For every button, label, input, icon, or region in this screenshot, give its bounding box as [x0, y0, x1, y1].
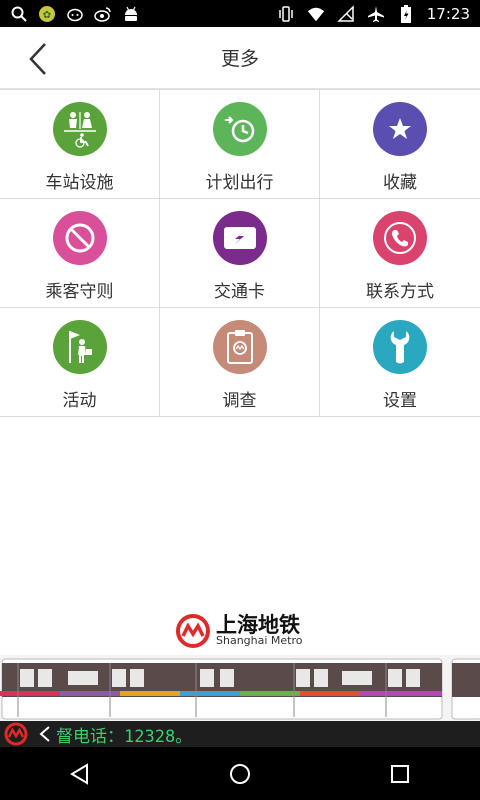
svg-text:✿: ✿ — [43, 10, 51, 21]
home-circle-icon — [230, 763, 250, 784]
activity-flag-icon — [52, 320, 107, 374]
menu-item-label: 活动 — [62, 391, 97, 411]
menu-item-settings[interactable]: 设置 — [320, 308, 480, 416]
menu-row: 乘客守则 交通卡 联系方式 — [0, 199, 480, 308]
status-bar: ✿ 17:23 — [0, 0, 480, 27]
menu-item-label: 交通卡 — [214, 282, 265, 302]
chevron-left-icon — [29, 43, 46, 75]
survey-clipboard-icon — [212, 320, 267, 374]
page-title: 更多 — [220, 48, 259, 70]
no-signal-icon — [336, 4, 355, 23]
phone-icon — [373, 211, 427, 265]
wrench-icon — [373, 320, 427, 374]
news-ticker[interactable]: 督电话：12328。 — [0, 721, 480, 747]
logo-text-cn: 上海地铁 — [216, 613, 300, 637]
metro-logo-icon — [176, 614, 210, 648]
back-triangle-icon — [70, 762, 88, 785]
metro-logo: 上海地铁 Shanghai Metro — [176, 614, 303, 648]
menu-item-label: 车站设施 — [45, 173, 114, 193]
menu-item-contact[interactable]: 联系方式 — [320, 199, 480, 307]
menu-item-transit-card[interactable]: 交通卡 — [160, 199, 320, 307]
weibo-icon — [94, 5, 112, 23]
chevron-left-icon — [39, 726, 50, 742]
navigation-bar — [0, 747, 480, 800]
menu-item-station-facilities[interactable]: 车站设施 — [0, 90, 160, 198]
menu-item-label: 调查 — [222, 391, 257, 411]
nav-back-button[interactable] — [50, 754, 110, 794]
logo-text-en: Shanghai Metro — [216, 634, 303, 647]
airplane-icon — [367, 5, 385, 23]
header: 更多 — [0, 27, 480, 89]
battery-icon — [397, 4, 415, 23]
menu-item-activities[interactable]: 活动 — [0, 308, 160, 416]
train-illustration — [0, 655, 480, 721]
metro-small-icon — [4, 722, 28, 746]
menu-item-label: 乘客守则 — [45, 282, 114, 302]
menu-item-label: 联系方式 — [366, 282, 434, 302]
wifi-icon — [307, 5, 325, 23]
menu-row: 车站设施 计划出行 收藏 — [0, 90, 480, 199]
menu-grid: 车站设施 计划出行 收藏 乘客守则 交通卡 联系方式 活动 调查 设置 — [0, 89, 480, 417]
transit-card-icon — [212, 211, 267, 265]
cat-icon — [66, 5, 84, 23]
menu-item-label: 计划出行 — [205, 173, 274, 193]
plan-trip-icon — [212, 102, 267, 156]
nav-recents-button[interactable] — [370, 754, 430, 794]
app-icon: ✿ — [38, 5, 56, 23]
status-time: 17:23 — [426, 4, 470, 23]
nav-home-button[interactable] — [210, 754, 270, 794]
android-icon — [122, 5, 140, 23]
menu-item-label: 收藏 — [383, 173, 417, 193]
facilities-icon — [52, 102, 107, 156]
vibrate-icon — [277, 5, 295, 23]
back-button[interactable] — [18, 39, 58, 79]
menu-item-favorites[interactable]: 收藏 — [320, 90, 480, 198]
menu-item-label: 设置 — [383, 391, 417, 411]
menu-item-plan-trip[interactable]: 计划出行 — [160, 90, 320, 198]
star-icon — [373, 102, 427, 156]
recents-square-icon — [391, 764, 409, 783]
ticker-text: 督电话：12328。 — [56, 726, 193, 747]
prohibited-icon — [52, 211, 107, 265]
menu-item-survey[interactable]: 调查 — [160, 308, 320, 416]
menu-item-passenger-rules[interactable]: 乘客守则 — [0, 199, 160, 307]
menu-row: 活动 调查 设置 — [0, 308, 480, 417]
search-icon — [10, 5, 28, 23]
